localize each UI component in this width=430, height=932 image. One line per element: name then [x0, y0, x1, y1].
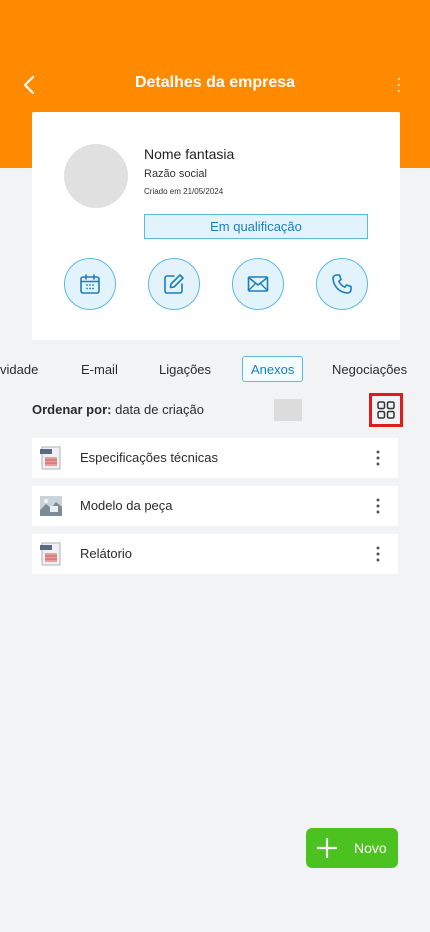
tab-anexos[interactable]: Anexos [242, 356, 304, 382]
file-options-button[interactable] [368, 542, 388, 566]
file-options-button[interactable] [368, 446, 388, 470]
calendar-icon [80, 274, 100, 294]
more-options-button[interactable] [384, 70, 414, 100]
image-file-icon [40, 496, 62, 516]
avatar [64, 144, 128, 208]
email-button[interactable] [232, 258, 284, 310]
file-row[interactable]: Relátorio [32, 534, 398, 574]
legal-name: Razão social [144, 168, 207, 180]
grid-view-button[interactable] [369, 393, 403, 427]
more-vertical-icon [376, 450, 380, 466]
file-row[interactable]: Especificações técnicas [32, 438, 398, 478]
schedule-button[interactable] [64, 258, 116, 310]
grid-icon [377, 401, 395, 419]
call-button[interactable] [316, 258, 368, 310]
new-attachment-button[interactable]: Novo [306, 828, 398, 868]
edit-button[interactable] [148, 258, 200, 310]
file-name: Modelo da peça [80, 498, 173, 513]
file-options-button[interactable] [368, 494, 388, 518]
page-title: Detalhes da empresa [134, 74, 296, 91]
pdf-file-icon [40, 542, 61, 566]
tab-ligacoes[interactable]: Ligações [159, 356, 211, 382]
new-button-label: Novo [354, 840, 387, 856]
tab-atividade[interactable]: vidade [0, 356, 38, 382]
tab-negociacoes[interactable]: Negociações [332, 356, 407, 382]
pdf-file-icon [40, 446, 61, 470]
sort-control[interactable]: Ordenar por: data de criação [32, 402, 204, 417]
tab-bar: vidade E-mail Ligações Anexos Negociaçõe… [0, 356, 430, 382]
more-vertical-icon [376, 498, 380, 514]
tab-email[interactable]: E-mail [81, 356, 118, 382]
company-card: Nome fantasia Razão social Criado em 21/… [32, 112, 400, 340]
sort-value: data de criação [115, 402, 204, 417]
mail-icon [247, 276, 269, 292]
sort-order-toggle[interactable] [274, 399, 302, 421]
edit-icon [164, 274, 184, 294]
created-date: Criado em 21/05/2024 [144, 187, 224, 196]
phone-icon [332, 274, 352, 294]
more-vertical-icon [376, 546, 380, 562]
status-badge: Em qualificação [144, 214, 368, 239]
file-row[interactable]: Modelo da peça [32, 486, 398, 526]
plus-icon [316, 837, 338, 859]
file-name: Especificações técnicas [80, 450, 219, 465]
trade-name: Nome fantasia [144, 146, 235, 162]
more-vertical-icon [397, 77, 401, 93]
sort-prefix: Ordenar por: [32, 402, 112, 417]
file-name: Relátorio [80, 546, 133, 561]
